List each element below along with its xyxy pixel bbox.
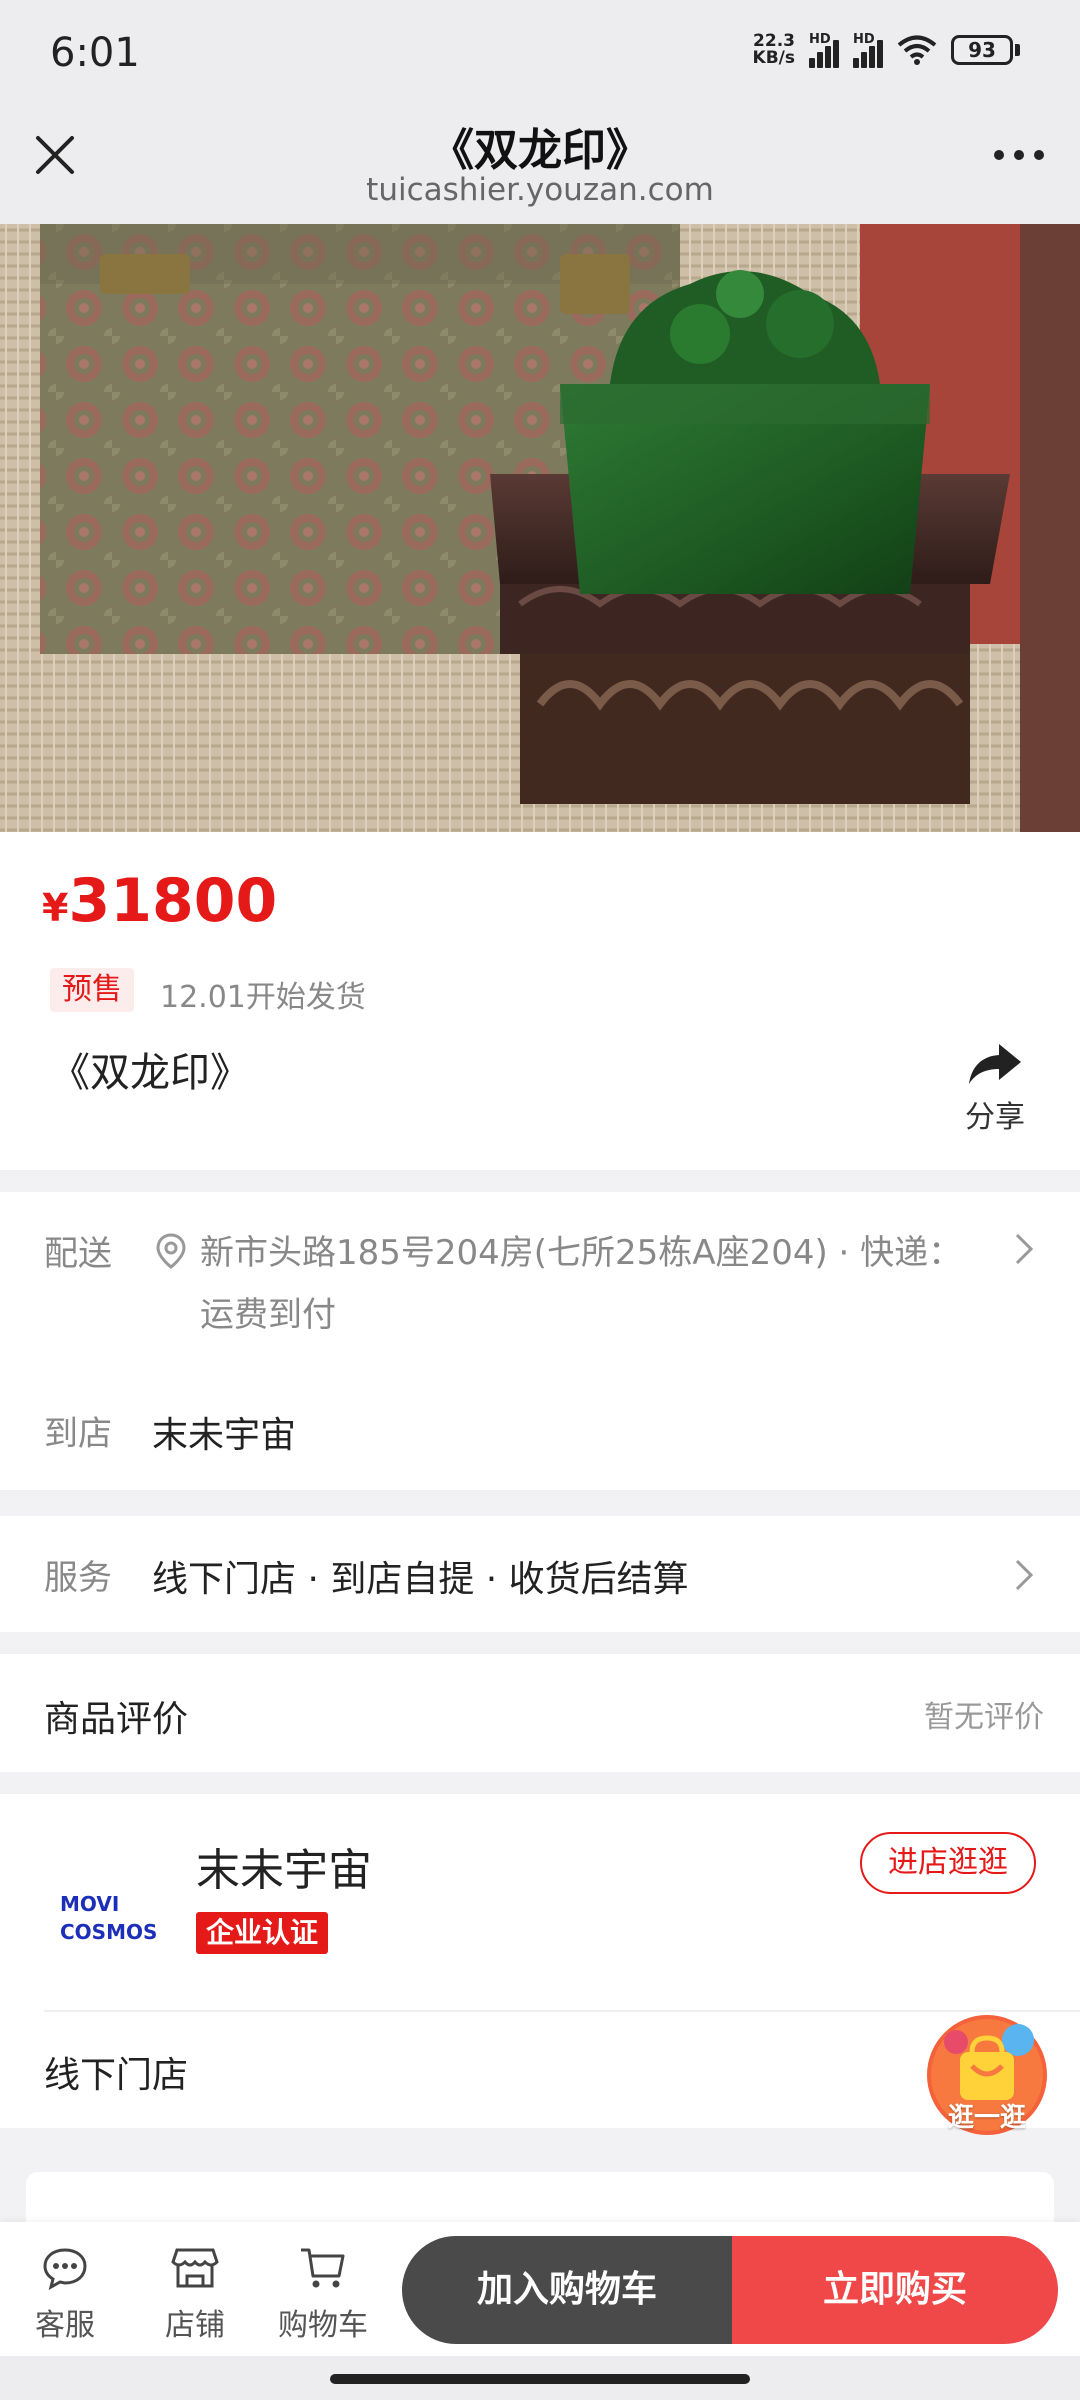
chevron-right-icon — [1015, 1233, 1034, 1265]
status-time: 6:01 — [50, 30, 140, 76]
delivery-label: 配送 — [44, 1234, 112, 1274]
browse-float-button[interactable]: 逛一逛 — [922, 2010, 1052, 2140]
store-pickup-label: 到店 — [44, 1414, 112, 1454]
offline-store-title: 线下门店 — [44, 2055, 189, 2096]
shopping-cart-icon — [301, 2248, 345, 2288]
shop-logo[interactable]: MOVI COSMOS — [44, 1870, 174, 1970]
bottom-action-bar: 客服 店铺 购物车 加入购物车 立即购买 — [0, 2222, 1080, 2356]
product-price: ¥31800 — [42, 866, 278, 936]
presale-badge: 预售 — [50, 968, 134, 1012]
product-title: 《双龙印》 — [50, 1050, 250, 1096]
dot-icon — [994, 150, 1004, 160]
customer-service-button[interactable]: 客服 — [10, 2246, 120, 2344]
signal-icon: HD — [853, 32, 883, 68]
review-card[interactable]: 商品评价 暂无评价 — [0, 1654, 1080, 1772]
review-status: 暂无评价 — [924, 1700, 1044, 1735]
web-header: 《双龙印》 tuicashier.youzan.com — [0, 100, 1080, 224]
add-to-cart-button[interactable]: 加入购物车 — [402, 2236, 732, 2344]
store-icon — [171, 2248, 219, 2288]
shop-name: 末未宇宙 — [196, 1845, 372, 1896]
pickup-store-name: 末未宇宙 — [152, 1415, 297, 1456]
more-menu-button[interactable] — [994, 150, 1044, 160]
cart-button[interactable]: 购物车 — [268, 2246, 378, 2344]
service-card[interactable]: 服务 线下门店 · 到店自提 · 收货后结算 — [0, 1516, 1080, 1632]
shop-card: MOVI COSMOS 末未宇宙 企业认证 进店逛逛 线下门店 — [0, 1794, 1080, 2128]
home-indicator[interactable] — [330, 2374, 750, 2384]
delivery-address: 新市头路185号204房(七所25栋A座204) · 快递：运费到付 — [200, 1233, 963, 1335]
dot-icon — [1034, 150, 1044, 160]
enterprise-cert-badge: 企业认证 — [196, 1912, 329, 1954]
status-indicators: 22.3 KB/s HD HD 93 — [753, 32, 1020, 68]
network-speed: 22.3 KB/s — [752, 31, 795, 68]
share-icon — [969, 1044, 1021, 1084]
location-pin-icon — [156, 1233, 186, 1269]
buy-now-button[interactable]: 立即购买 — [732, 2236, 1058, 2344]
chat-bubble-icon — [43, 2248, 87, 2290]
chevron-right-icon — [1015, 1559, 1034, 1591]
service-label: 服务 — [44, 1558, 112, 1598]
ship-note: 12.01开始发货 — [160, 980, 366, 1015]
product-info-card: ¥31800 预售 12.01开始发货 《双龙印》 分享 — [0, 832, 1080, 1170]
page-title: 《双龙印》 — [430, 125, 650, 176]
status-bar: 6:01 22.3 KB/s HD HD 93 — [0, 0, 1080, 100]
signal-icon: HD — [809, 32, 839, 68]
enter-shop-button[interactable]: 进店逛逛 — [860, 1832, 1036, 1894]
delivery-card[interactable]: 配送 新市头路185号204房(七所25栋A座204) · 快递：运费到付 到店… — [0, 1192, 1080, 1490]
battery-icon: 93 — [951, 35, 1020, 65]
service-text: 线下门店 · 到店自提 · 收货后结算 — [152, 1559, 689, 1600]
product-image[interactable] — [0, 224, 1080, 832]
dot-icon — [1014, 150, 1024, 160]
page-url: tuicashier.youzan.com — [366, 172, 714, 208]
share-button[interactable]: 分享 — [950, 1042, 1040, 1136]
wifi-icon — [897, 35, 937, 65]
review-title: 商品评价 — [44, 1699, 189, 1740]
shop-button[interactable]: 店铺 — [140, 2246, 250, 2344]
